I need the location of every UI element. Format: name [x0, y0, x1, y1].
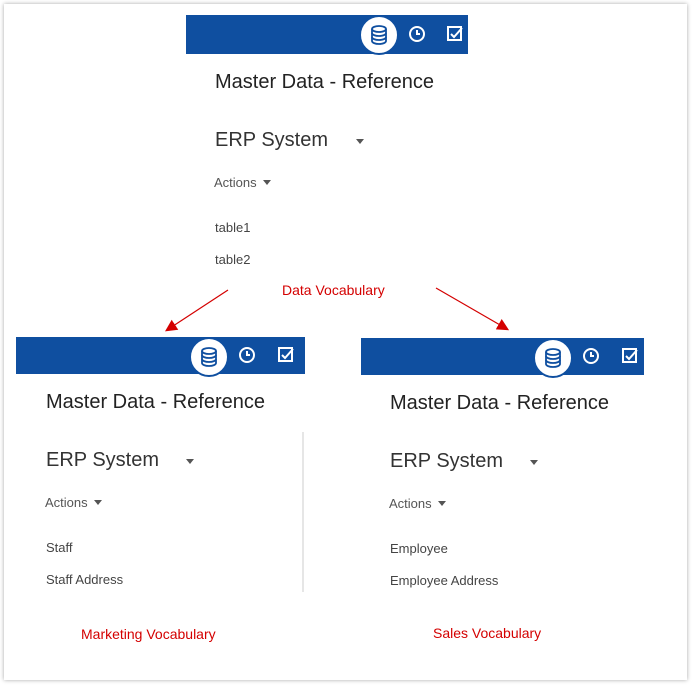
arrow-left [164, 289, 229, 332]
marketing-vocabulary-label: Marketing Vocabulary [81, 626, 216, 642]
arrow-right [435, 287, 510, 331]
sales-vocabulary-label: Sales Vocabulary [433, 625, 542, 641]
data-vocabulary-label: Data Vocabulary [282, 282, 385, 298]
vocabulary-arrows [164, 287, 510, 332]
